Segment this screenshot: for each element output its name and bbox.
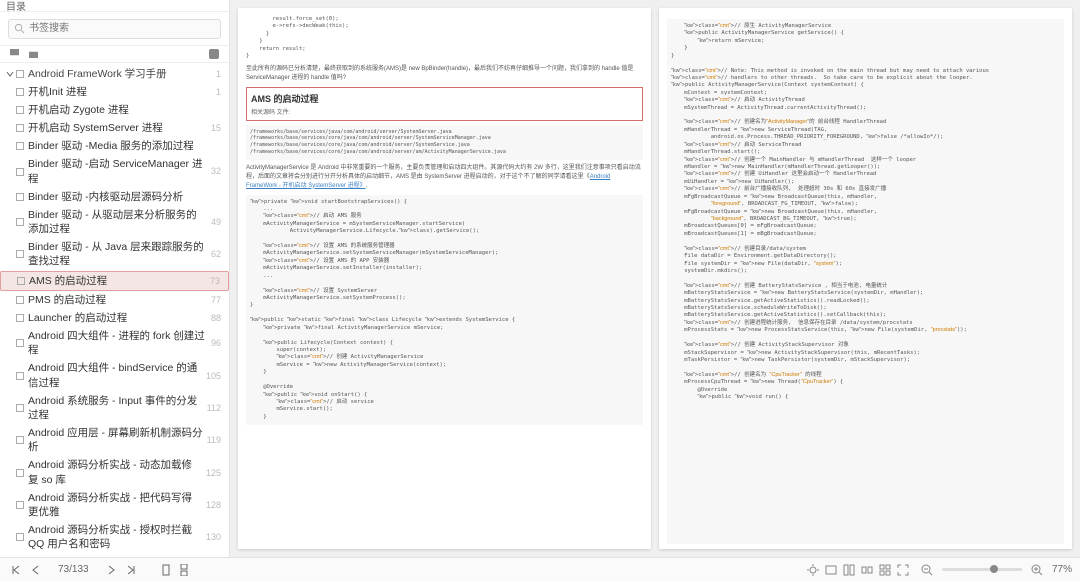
sidebar-item-label: Android 源码分析实战 - 动态加载修复 so 库 [28,458,202,486]
sidebar-item[interactable]: 开机启动 Zygote 进程 [0,101,229,119]
sidebar-item-page: 105 [206,370,221,382]
paragraph: 至此所有的源码已分析清楚，最终获取到的系统服务(AMS)是 new BpBind… [246,65,643,83]
zoom-in-button[interactable] [1030,563,1044,577]
sidebar-item[interactable]: Binder 驱动 -内核驱动层源码分析 [0,188,229,206]
view-mode-icon[interactable] [860,563,874,577]
sidebar-item-label: Android 应用层 - 屏幕刷新机制源码分析 [28,426,203,454]
next-page-button[interactable] [103,562,119,578]
sidebar-item[interactable]: 开机启动 SystemServer 进程 15 [0,119,229,137]
code-block: "kw">class="cmt">// 原生 ActivityManagerSe… [671,23,1060,402]
sidebar-item-label: Binder 驱动 - 从 Java 层来跟踪服务的查找过程 [28,240,207,268]
chevron-down-icon [6,70,14,78]
document-viewer: result.force_set(0); e->refs->decWeak(th… [230,0,1080,557]
sidebar-item-page: 130 [206,531,221,543]
sidebar-item[interactable]: PMS 的启动过程 77 [0,291,229,309]
search-input[interactable] [8,19,221,39]
zoom-slider[interactable] [942,568,1022,571]
section-heading-box: AMS 的启动过程 相关源码 文件: [246,87,643,121]
continuous-view-button[interactable] [177,563,191,577]
sidebar-item-page: 62 [211,248,221,260]
sidebar-item[interactable]: Android 四大组件 - bindService 的通信过程 105 [0,359,229,391]
toolbar-icon[interactable] [209,49,219,59]
sidebar-item-page: 88 [211,312,221,324]
zoom-level: 77% [1052,564,1072,575]
sidebar: 目录 Android FrameWork 学习手册 1 开机Init [0,0,230,557]
sidebar-item-page: 32 [211,165,221,177]
sidebar-item[interactable]: Binder 驱动 -启动 ServiceManager 进程 32 [0,155,229,187]
sidebar-item-label: PMS 的启动过程 [28,293,207,307]
brightness-icon[interactable] [806,563,820,577]
first-page-button[interactable] [8,562,24,578]
sidebar-item-page: 15 [211,122,221,134]
sidebar-item-label: 开机启动 Zygote 进程 [28,103,217,117]
sidebar-item-label: Binder 驱动 - 从驱动层来分析服务的添加过程 [28,208,207,236]
grid-view-icon[interactable] [878,563,892,577]
sidebar-item[interactable]: Android 源码分析实战 - 授权时拦截 QQ 用户名和密码 130 [0,521,229,553]
view-mode-icon[interactable] [842,563,856,577]
single-page-view-button[interactable] [159,563,173,577]
bookmark-tree: Android FrameWork 学习手册 1 开机Init 进程 1 开机启动 … [0,63,229,558]
sidebar-item-label: Binder 驱动 -Media 服务的添加过程 [28,139,217,153]
page-right: "kw">class="cmt">// 原生 ActivityManagerSe… [659,8,1072,549]
reading-mode-icon[interactable] [824,563,838,577]
sidebar-item-page: 96 [211,337,221,349]
sidebar-item-label: Binder 驱动 -内核驱动层源码分析 [28,190,217,204]
sidebar-item[interactable]: Android 源码分析实战 - 把代码写得更优雅 128 [0,489,229,521]
sidebar-item[interactable]: Launcher 的启动过程 88 [0,309,229,327]
sidebar-item-page: 73 [210,275,220,287]
code-block: result.force_set(0); e->refs->decWeak(th… [246,16,643,61]
page-indicator: 73/133 [58,564,89,575]
sidebar-item-page: 49 [211,216,221,228]
code-block: "kw">private "kw">void startBootstrapSer… [250,199,639,422]
sidebar-item[interactable]: 开机Init 进程 1 [0,83,229,101]
page-left: result.force_set(0); e->refs->decWeak(th… [238,8,651,549]
sidebar-header: 目录 [0,0,229,12]
sidebar-item-label: AMS 的启动过程 [29,274,206,288]
sidebar-item[interactable]: Android 系统服务 - Input 事件的分发过程 112 [0,392,229,424]
sidebar-item-label: Android 系统服务 - Input 事件的分发过程 [28,394,203,422]
paragraph: ActivityManagerService 是 Android 中非常重要的一… [246,164,643,191]
section-heading: AMS 的启动过程 [251,92,638,105]
toolbar-icon[interactable] [10,49,19,58]
sidebar-item[interactable]: Binder 驱动 -Media 服务的添加过程 [0,137,229,155]
sidebar-item[interactable]: Binder 驱动 - 从驱动层来分析服务的添加过程 49 [0,206,229,238]
sidebar-item-label: 开机启动 SystemServer 进程 [28,121,207,135]
sidebar-item-page: 119 [207,434,221,446]
sidebar-item-label: Android 源码分析实战 - 授权时拦截 QQ 用户名和密码 [28,523,202,551]
prev-page-button[interactable] [28,562,44,578]
sidebar-item-page: 128 [206,499,221,511]
footer-bar: 73/133 77% [0,557,1080,581]
sidebar-item[interactable]: Binder 驱动 - 从 Java 层来跟踪服务的查找过程 62 [0,238,229,270]
sidebar-item-page: 125 [206,467,221,479]
sidebar-item[interactable]: AMS 的启动过程 73 [0,271,229,291]
sidebar-item[interactable]: Android 应用层 - 屏幕刷新机制源码分析 119 [0,424,229,456]
zoom-out-button[interactable] [920,563,934,577]
tree-root[interactable]: Android FrameWork 学习手册 1 [0,65,229,83]
section-subtitle: 相关源码 文件: [251,107,638,116]
sidebar-item-label: Launcher 的启动过程 [28,311,207,325]
sidebar-item-page: 112 [207,402,221,414]
fullscreen-icon[interactable] [896,563,910,577]
sidebar-item-label: Android 源码分析实战 - 把代码写得更优雅 [28,491,202,519]
sidebar-item-label: Android 四大组件 - 进程的 fork 创建过程 [28,329,207,357]
sidebar-item-label: Android 四大组件 - bindService 的通信过程 [28,361,202,389]
sidebar-item-page: 77 [211,294,221,306]
sidebar-item[interactable]: Android 四大组件 - 进程的 fork 创建过程 96 [0,327,229,359]
last-page-button[interactable] [123,562,139,578]
sidebar-item[interactable]: Android 源码分析实战 - 动态加载修复 so 库 125 [0,456,229,488]
sidebar-item-label: 开机Init 进程 [28,85,212,99]
toolbar-icon[interactable] [29,49,38,58]
sidebar-item-label: Binder 驱动 -启动 ServiceManager 进程 [28,157,207,185]
sidebar-item-page: 1 [216,86,221,98]
sidebar-toolbar [0,45,229,63]
source-files: /frameworks/base/services/java/com/andro… [250,129,639,156]
